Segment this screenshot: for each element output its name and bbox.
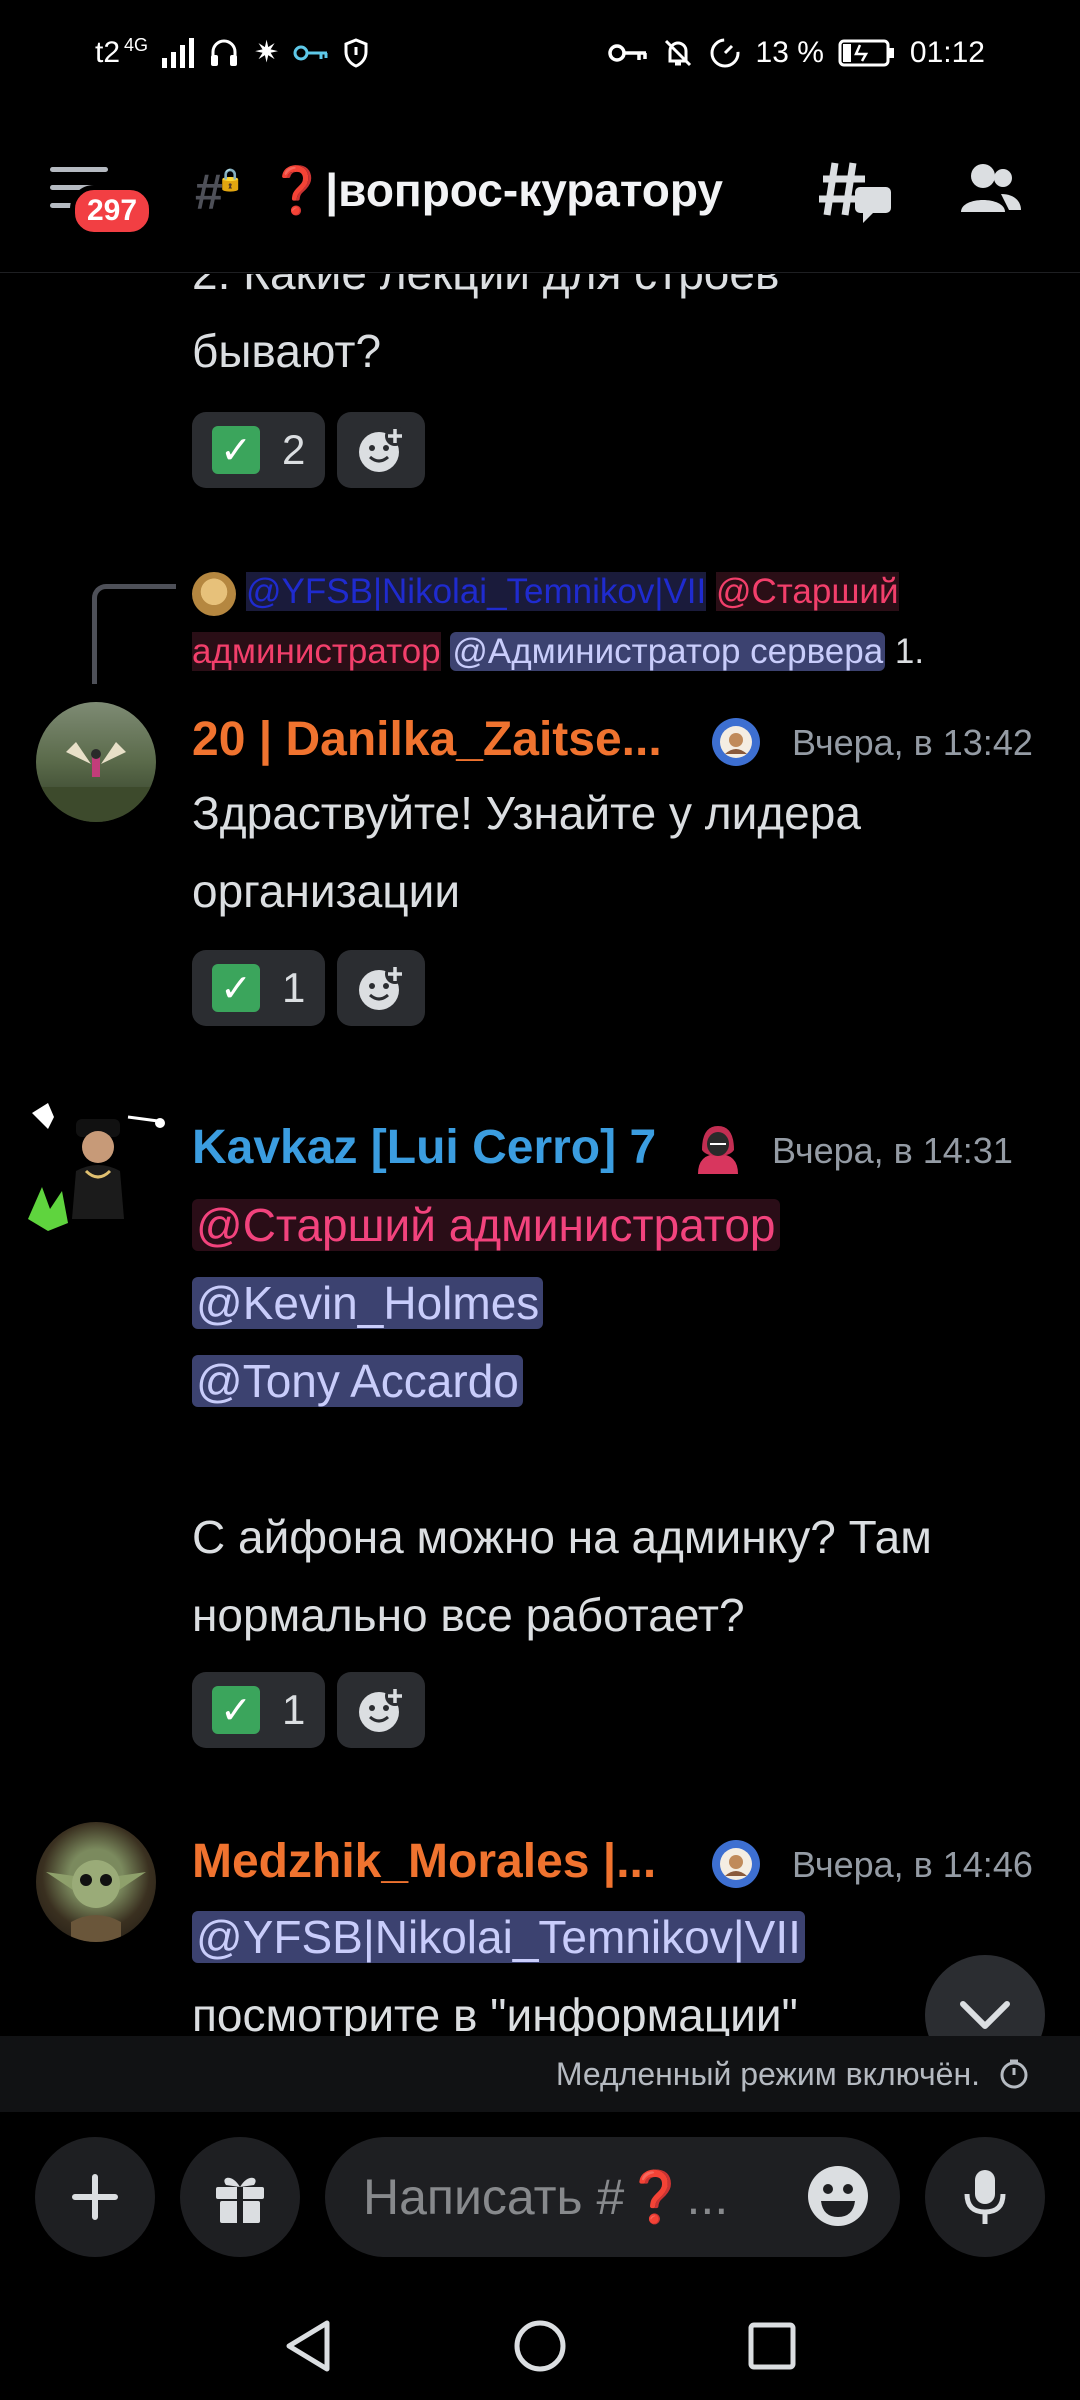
clock: 01:12	[909, 35, 985, 69]
reply-avatar	[192, 571, 236, 616]
reaction-check[interactable]: ✓ 1	[192, 1672, 326, 1748]
key-icon	[293, 45, 328, 60]
add-reaction-button[interactable]	[337, 412, 426, 488]
message-text: Здраствуйте! Узнайте у лидера организаци…	[192, 774, 861, 930]
avatar[interactable]	[36, 702, 156, 822]
emoji-button[interactable]	[805, 2163, 871, 2229]
message-line: @Kevin_Holmes	[192, 1264, 932, 1342]
message-line: организации	[192, 865, 461, 917]
username[interactable]: Kavkaz [Lui Cerro] 7	[192, 1120, 656, 1175]
add-reaction-button[interactable]	[337, 1672, 426, 1748]
battery-icon	[838, 39, 894, 66]
reaction-count: 2	[282, 426, 306, 473]
reactions-row: ✓ 2	[192, 412, 426, 488]
data-saver-icon	[710, 38, 740, 67]
channel-title[interactable]: ❓|вопрос-куратору	[268, 163, 723, 218]
message-line: @Старший администратор	[192, 1186, 932, 1264]
reply-tail: 1.	[885, 632, 925, 671]
slowmode-bar: Медленный режим включён.	[0, 2036, 1080, 2112]
add-emoji-icon	[359, 964, 406, 1010]
plus-icon	[72, 2174, 118, 2220]
microphone-icon	[964, 2170, 1006, 2224]
signal-icon	[162, 37, 195, 68]
vpn-key-icon	[607, 43, 647, 62]
message-input-placeholder: Написать #❓...	[363, 2168, 729, 2225]
slowmode-text: Медленный режим включён.	[555, 2055, 980, 2092]
message-line: С айфона можно на админку? Там	[192, 1511, 932, 1563]
composer: Написать #❓...	[0, 2112, 1080, 2292]
reply-mention: администратор	[192, 632, 441, 671]
message-list[interactable]: 2. Какие лекции для строев бывают? ✓ 2 @…	[0, 274, 1080, 2036]
locked-channel-icon: #🔒	[195, 164, 245, 220]
mention[interactable]: @Kevin_Holmes	[192, 1277, 544, 1329]
reply-mention: @Старший	[715, 572, 899, 611]
message-line: нормально все работает?	[192, 1589, 745, 1641]
add-emoji-icon	[359, 426, 406, 472]
brightness-icon: ✷	[254, 36, 280, 69]
reaction-count: 1	[282, 1686, 306, 1733]
channel-header: 297 #🔒 ❓|вопрос-куратору	[0, 105, 1080, 273]
avatar[interactable]	[28, 1099, 168, 1239]
add-reaction-button[interactable]	[337, 950, 426, 1026]
timestamp: Вчера, в 14:46	[792, 1844, 1033, 1885]
avatar[interactable]	[36, 1822, 156, 1942]
network-type: 4G	[124, 35, 149, 55]
battery-percent: 13 %	[755, 35, 824, 69]
emoji-icon	[808, 2166, 868, 2226]
unread-badge: 297	[70, 185, 155, 237]
check-mark-icon: ✓	[212, 426, 260, 474]
timestamp: Вчера, в 14:31	[772, 1130, 1013, 1171]
home-icon[interactable]	[513, 2319, 567, 2373]
reactions-row: ✓ 1	[192, 950, 426, 1026]
mention[interactable]: @YFSB|Nikolai_Temnikov|VII	[192, 1911, 805, 1963]
message-text: @YFSB|Nikolai_Temnikov|VII посмотрите в …	[192, 1898, 805, 2036]
reactions-row: ✓ 1	[192, 1672, 426, 1748]
status-right: 13 % 01:12	[607, 35, 985, 70]
message-line: посмотрите в "информации"	[192, 1989, 798, 2036]
status-left: t2 4G ✷	[95, 35, 369, 70]
reply-mention: @Администратор сервера	[450, 632, 886, 671]
message-line: @Tony Accardo	[192, 1342, 932, 1420]
message-line: @YFSB|Nikolai_Temnikov|VII	[192, 1898, 805, 1976]
chevron-down-icon	[960, 2001, 1010, 2029]
timer-icon	[1000, 2059, 1028, 2089]
message-text: 2. Какие лекции для строев бывают?	[192, 274, 779, 390]
reply-connector	[92, 584, 176, 684]
message-text: @Старший администратор @Kevin_Holmes @To…	[192, 1186, 932, 1654]
check-mark-icon: ✓	[212, 1686, 260, 1734]
role-hacker-icon	[690, 1120, 746, 1176]
threads-icon[interactable]	[815, 157, 895, 241]
gift-button[interactable]	[180, 2137, 300, 2257]
recents-icon[interactable]	[747, 2321, 797, 2371]
check-mark-icon: ✓	[212, 964, 260, 1012]
reaction-count: 1	[282, 964, 306, 1011]
role-gear-icon	[708, 714, 764, 770]
status-bar: t2 4G ✷ 13 % 01:12	[0, 0, 1080, 105]
message-line: Здраствуйте! Узнайте у лидера	[192, 787, 861, 839]
username[interactable]: Medzhik_Morales |...	[192, 1834, 656, 1889]
voice-message-button[interactable]	[925, 2137, 1045, 2257]
message-line: 2. Какие лекции для строев	[192, 274, 779, 312]
headset-icon	[211, 39, 238, 66]
reply-preview[interactable]: @YFSB|Nikolai_Temnikov|VII @Старший админ…	[192, 562, 1052, 682]
reply-mention: @YFSB|Nikolai_Temnikov|VII	[246, 572, 707, 611]
role-gear-icon	[708, 1836, 764, 1892]
timestamp: Вчера, в 13:42	[792, 722, 1033, 763]
mention[interactable]: @Tony Accardo	[192, 1355, 523, 1407]
add-attachment-button[interactable]	[35, 2137, 155, 2257]
add-emoji-icon	[359, 1686, 406, 1732]
message-line: бывают?	[192, 325, 382, 377]
username[interactable]: 20 | Danilka_Zaitse...	[192, 712, 662, 767]
gift-icon	[216, 2177, 264, 2223]
reaction-check[interactable]: ✓ 2	[192, 412, 326, 488]
system-nav-bar	[0, 2292, 1080, 2400]
back-icon[interactable]	[283, 2319, 333, 2373]
carrier-label: t2	[95, 35, 121, 69]
mute-bell-icon	[664, 39, 691, 66]
reaction-check[interactable]: ✓ 1	[192, 950, 326, 1026]
members-icon[interactable]	[955, 160, 1025, 220]
mention[interactable]: @Старший администратор	[192, 1199, 780, 1251]
shield-icon	[344, 37, 368, 68]
